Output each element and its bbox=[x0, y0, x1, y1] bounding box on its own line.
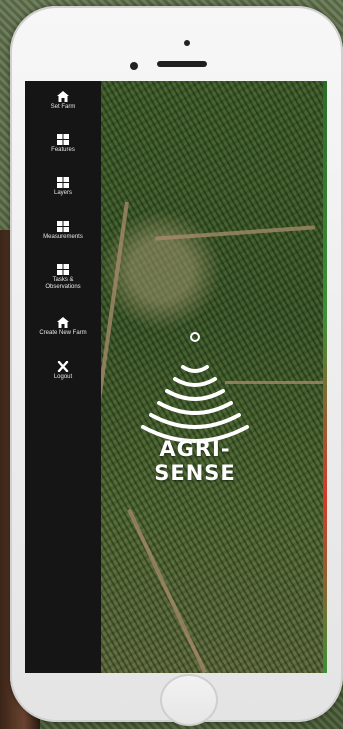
home-button[interactable] bbox=[160, 674, 218, 726]
proximity-sensor bbox=[130, 62, 138, 70]
close-icon bbox=[57, 361, 69, 372]
sidebar-item-measurements[interactable]: Measurements bbox=[25, 221, 101, 241]
sidebar-item-logout[interactable]: Logout bbox=[25, 361, 101, 381]
sidebar-item-create-new-farm[interactable]: Create New Farm bbox=[25, 317, 101, 337]
front-camera bbox=[184, 40, 190, 46]
sidebar-item-label: Set Farm bbox=[50, 104, 76, 110]
sidebar-item-layers[interactable]: Layers bbox=[25, 177, 101, 197]
sidebar-item-label: Logout bbox=[53, 374, 73, 380]
app-brand-name: AGRI-SENSE bbox=[154, 437, 236, 485]
sidebar-item-label: Create New Farm bbox=[39, 330, 87, 336]
earpiece bbox=[157, 61, 207, 67]
sidebar-item-label: Tasks & Observations bbox=[45, 277, 81, 290]
sidebar-item-label: Measurements bbox=[43, 234, 83, 240]
grid-icon bbox=[57, 134, 69, 145]
grid-icon bbox=[57, 177, 69, 188]
app-screen: Set Farm Features Layers Measurements Ta… bbox=[25, 81, 327, 673]
sidebar-item-features[interactable]: Features bbox=[25, 134, 101, 154]
grid-icon bbox=[57, 264, 69, 275]
sidebar-item-label: Layers bbox=[53, 190, 72, 196]
sidebar: Set Farm Features Layers Measurements Ta… bbox=[25, 81, 101, 673]
home-icon bbox=[57, 317, 69, 328]
home-icon bbox=[57, 91, 69, 102]
map-edge-strip bbox=[323, 81, 327, 673]
sidebar-item-label: Features bbox=[51, 147, 75, 153]
grid-icon bbox=[57, 221, 69, 232]
sidebar-item-set-farm[interactable]: Set Farm bbox=[25, 91, 101, 111]
sidebar-item-tasks-observations[interactable]: Tasks & Observations bbox=[25, 264, 101, 291]
